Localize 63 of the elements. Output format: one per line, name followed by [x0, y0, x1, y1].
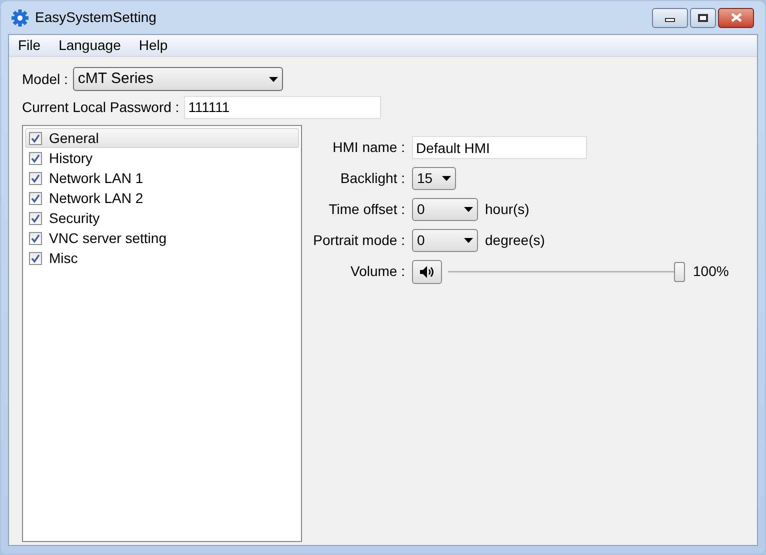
- minimize-button[interactable]: [652, 8, 688, 28]
- checkbox[interactable]: [29, 152, 42, 164]
- checkbox[interactable]: [29, 252, 42, 264]
- unit-label: degree(s): [485, 231, 545, 250]
- setting-label: Backlight :: [339, 169, 406, 188]
- gear-icon: [11, 8, 29, 26]
- speaker-icon: [420, 266, 434, 278]
- caret-icon: [464, 207, 473, 212]
- menu-item[interactable]: Help: [130, 35, 177, 56]
- model-label: Model :: [22, 70, 68, 88]
- category-item[interactable]: Network LAN 2: [25, 188, 299, 208]
- volume-slider[interactable]: [448, 262, 685, 282]
- checkbox[interactable]: [29, 132, 42, 144]
- model-dropdown[interactable]: cMT Series: [72, 67, 283, 91]
- check-icon: [31, 234, 40, 242]
- close-icon: [730, 13, 742, 22]
- password-field[interactable]: 111111: [184, 96, 382, 118]
- category-item[interactable]: General: [25, 128, 299, 148]
- menu-item[interactable]: Language: [50, 35, 130, 56]
- maximize-icon: [698, 14, 708, 22]
- menu-item[interactable]: File: [9, 35, 50, 56]
- dropdown[interactable]: 0: [412, 198, 478, 221]
- caret-icon: [268, 76, 278, 82]
- caret-icon: [464, 238, 473, 243]
- category-item[interactable]: Network LAN 1: [25, 168, 299, 188]
- category-label: General: [49, 128, 99, 148]
- category-label: Misc: [49, 248, 78, 268]
- check-icon: [31, 214, 40, 222]
- category-item[interactable]: Security: [25, 208, 299, 228]
- category-item[interactable]: VNC server setting: [25, 228, 299, 248]
- category-label: History: [49, 148, 93, 168]
- volume-reading: 100%: [693, 262, 729, 281]
- close-button[interactable]: [718, 8, 754, 28]
- category-label: VNC server setting: [49, 228, 166, 248]
- checkbox[interactable]: [29, 172, 42, 184]
- caret-icon: [442, 176, 451, 181]
- category-item[interactable]: Misc: [25, 248, 299, 268]
- minimize-icon: [665, 18, 675, 22]
- setting-label: Portrait mode :: [312, 231, 406, 250]
- dropdown[interactable]: 15: [412, 167, 456, 190]
- check-icon: [31, 174, 40, 182]
- maximize-button[interactable]: [690, 8, 716, 28]
- window-title: EasySystemSetting: [35, 8, 156, 27]
- dropdown[interactable]: 0: [412, 229, 478, 252]
- unit-label: hour(s): [485, 200, 530, 219]
- check-icon: [31, 194, 40, 202]
- setting-label: Volume :: [350, 262, 406, 281]
- checkbox[interactable]: [29, 192, 42, 204]
- mute-button[interactable]: [412, 260, 442, 284]
- category-label: Security: [49, 208, 100, 228]
- check-icon: [31, 134, 40, 142]
- check-icon: [31, 254, 40, 262]
- slider-thumb[interactable]: [674, 262, 685, 282]
- checkbox[interactable]: [29, 232, 42, 244]
- category-label: Network LAN 1: [49, 168, 144, 188]
- category-label: Network LAN 2: [49, 188, 144, 208]
- checkbox[interactable]: [29, 212, 42, 224]
- setting-label: Time offset :: [328, 200, 406, 219]
- check-icon: [31, 154, 40, 162]
- password-label: Current Local Password :: [22, 98, 180, 116]
- text-field[interactable]: Default HMI: [412, 136, 587, 159]
- setting-label: HMI name :: [332, 138, 406, 157]
- category-item[interactable]: History: [25, 148, 299, 168]
